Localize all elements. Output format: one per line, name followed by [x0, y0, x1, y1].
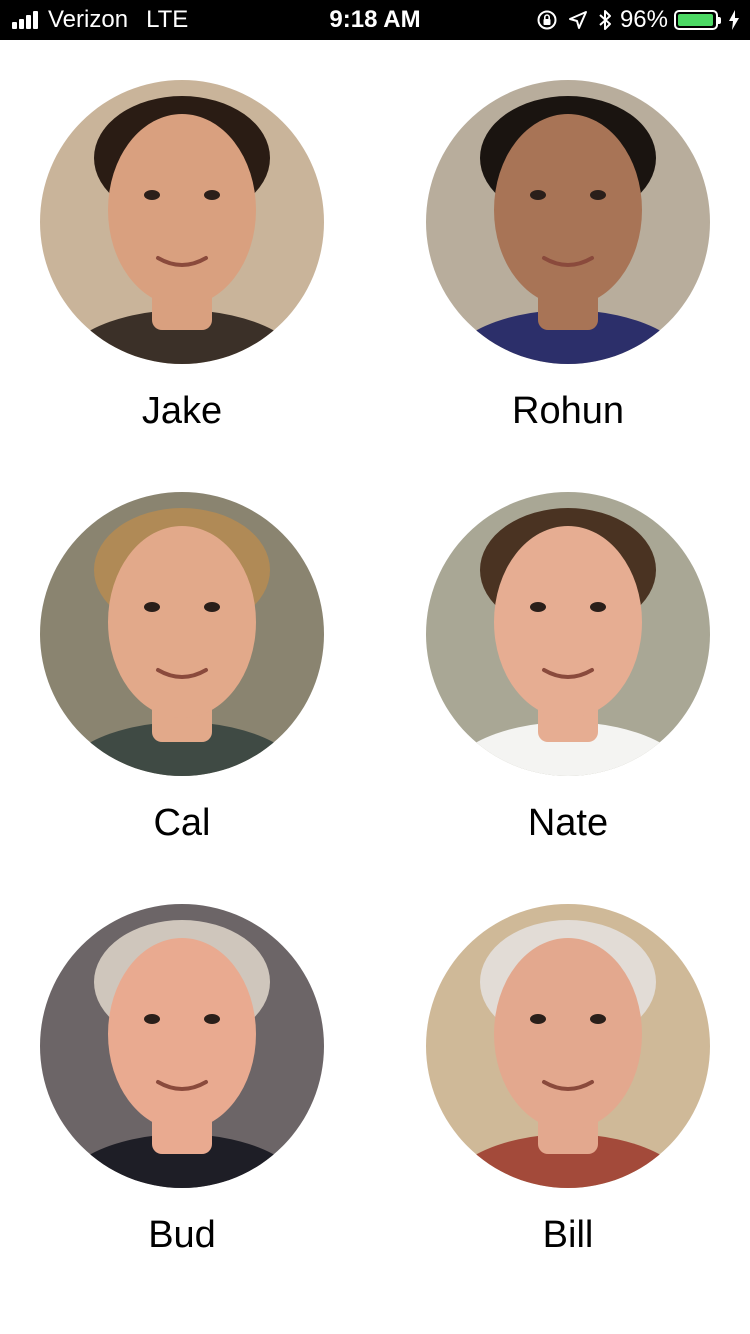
avatar[interactable] — [40, 492, 324, 776]
avatar[interactable] — [426, 492, 710, 776]
person-name: Cal — [153, 802, 211, 844]
avatar[interactable] — [426, 80, 710, 364]
carrier-label: Verizon — [48, 6, 129, 33]
battery-icon — [674, 10, 721, 30]
person-name: Bud — [148, 1214, 216, 1256]
person-card[interactable]: Cal — [32, 452, 332, 844]
battery-level — [678, 14, 713, 26]
avatar[interactable] — [40, 904, 324, 1188]
person-card[interactable]: Nate — [418, 452, 718, 844]
rotation-lock-icon — [536, 9, 558, 31]
avatar[interactable] — [426, 904, 710, 1188]
signal-icon — [12, 11, 40, 29]
network-label: LTE — [146, 6, 189, 33]
person-card[interactable]: Bud — [32, 864, 332, 1256]
status-bar: Verizon LTE 9:18 AM 96% — [0, 0, 750, 40]
person-name: Jake — [141, 390, 223, 432]
avatar[interactable] — [40, 80, 324, 364]
location-arrow-icon — [568, 10, 588, 30]
person-card[interactable]: Bill — [418, 864, 718, 1256]
person-card[interactable]: Jake — [32, 40, 332, 432]
person-name: Nate — [527, 802, 609, 844]
bluetooth-icon — [598, 9, 612, 31]
charging-bolt-icon — [728, 10, 740, 30]
status-left: Verizon LTE — [12, 0, 188, 40]
person-name: Rohun — [512, 390, 624, 432]
person-card[interactable]: Rohun — [418, 40, 718, 432]
status-right: 96% — [526, 0, 740, 40]
person-name: Bill — [542, 1214, 594, 1256]
battery-percent: 96% — [619, 6, 668, 33]
